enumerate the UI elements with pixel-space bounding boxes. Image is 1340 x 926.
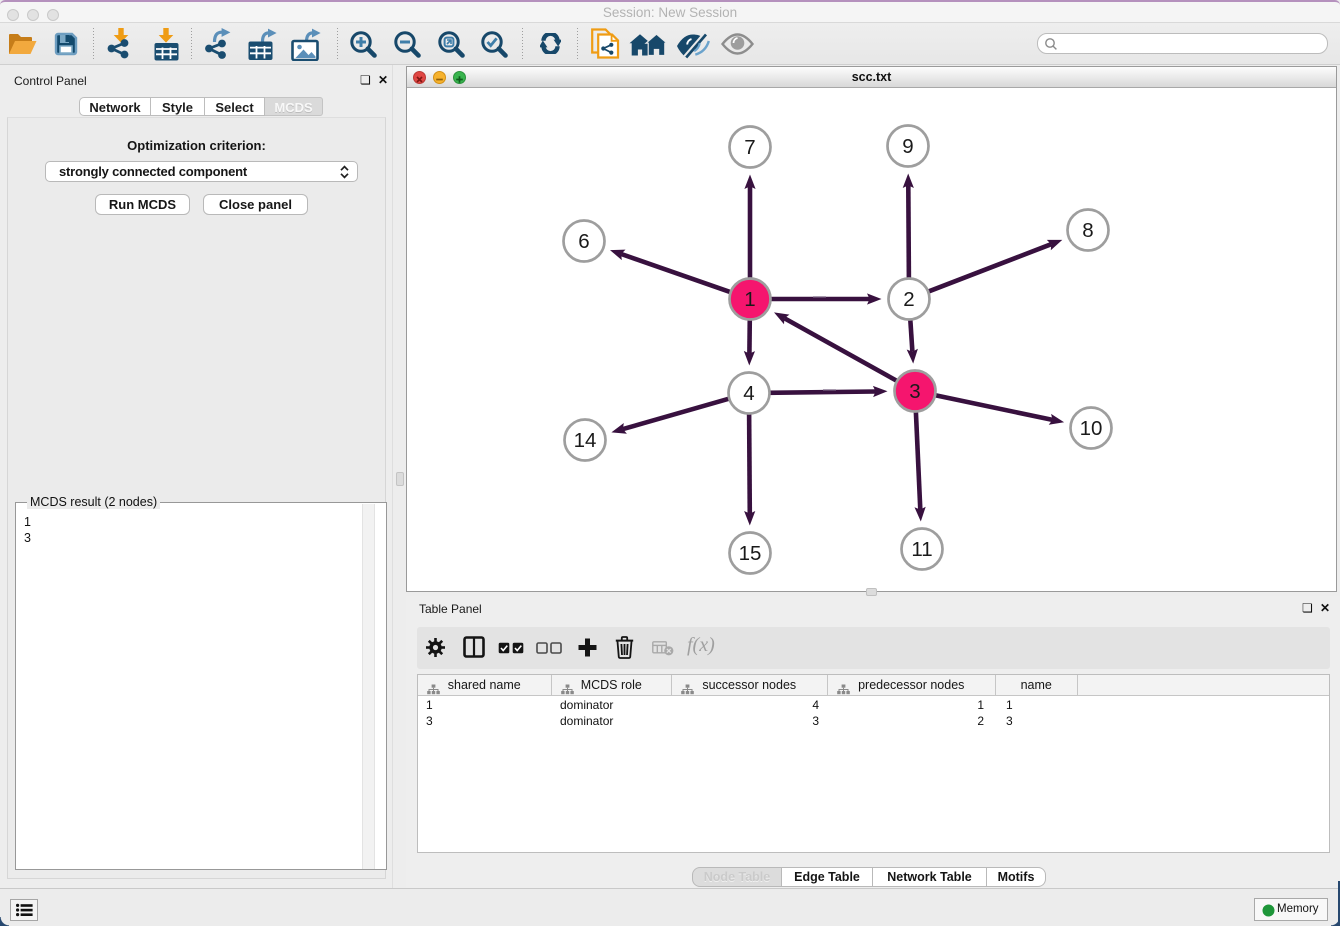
svg-text:15: 15 bbox=[739, 542, 762, 565]
svg-text:6: 6 bbox=[578, 230, 589, 253]
svg-text:3: 3 bbox=[909, 380, 920, 403]
svg-text:14: 14 bbox=[574, 429, 597, 452]
svg-text:2: 2 bbox=[903, 288, 914, 311]
svg-text:7: 7 bbox=[744, 136, 755, 159]
svg-text:10: 10 bbox=[1080, 417, 1103, 440]
svg-text:11: 11 bbox=[911, 538, 932, 561]
svg-text:8: 8 bbox=[1082, 219, 1093, 242]
svg-text:4: 4 bbox=[743, 382, 754, 405]
svg-text:1: 1 bbox=[744, 288, 755, 311]
svg-text:9: 9 bbox=[902, 135, 913, 158]
